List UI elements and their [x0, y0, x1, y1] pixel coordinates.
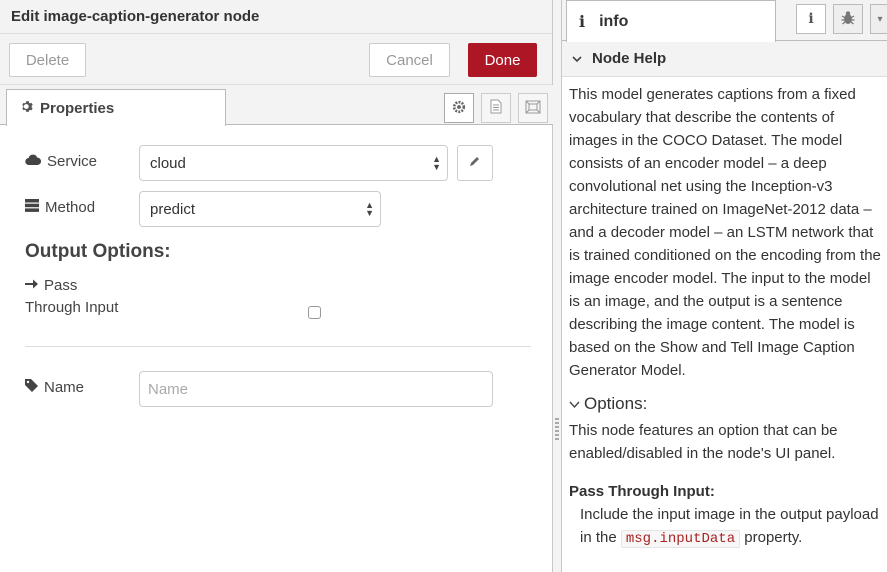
service-label-text: Service	[47, 153, 98, 170]
editor-tabbar: Properties	[0, 85, 553, 126]
method-label-text: Method	[45, 199, 96, 216]
pass-through-label: Pass	[25, 277, 77, 294]
node-help-title: Node Help	[592, 50, 667, 67]
pass-through-label-2: Through Input	[25, 299, 118, 316]
tab-node-description[interactable]	[481, 93, 511, 123]
service-label: Service	[25, 153, 97, 170]
name-label: Name	[25, 379, 84, 396]
service-value: cloud	[150, 154, 186, 172]
cancel-button[interactable]: Cancel	[369, 43, 450, 77]
method-value: predict	[150, 200, 196, 218]
help-description: This model generates captions from a fix…	[569, 86, 881, 379]
tab-properties-label: Properties	[40, 99, 115, 117]
editor-toolbar: Delete Cancel Done	[0, 34, 552, 85]
pass-through-label-line1: Pass	[44, 277, 78, 294]
delete-button[interactable]: Delete	[9, 43, 86, 77]
tag-icon	[25, 379, 38, 396]
code-inputdata: msg.inputData	[620, 530, 741, 548]
info-icon: i	[579, 12, 586, 31]
method-select[interactable]: predict ▲ ▼	[139, 191, 381, 227]
tab-node-settings[interactable]	[444, 93, 474, 123]
sidebar-tabbar: i info i ▾	[562, 0, 887, 42]
bug-icon	[841, 10, 855, 29]
frame-icon	[525, 100, 541, 117]
server-icon	[25, 199, 39, 216]
edit-node-panel: Edit image-caption-generator node Delete…	[0, 0, 553, 572]
method-label: Method	[25, 199, 95, 216]
pass-through-description: Include the input image in the output pa…	[569, 503, 883, 551]
arrow-right-icon	[25, 277, 38, 294]
select-caret-icon: ▲ ▼	[365, 200, 374, 218]
divider	[25, 346, 531, 347]
chevron-down-icon	[569, 392, 580, 415]
node-help-content: This model generates captions from a fix…	[562, 77, 887, 551]
pass-through-title: Pass Through Input:	[569, 483, 715, 500]
options-text: This node features an option that can be…	[569, 422, 838, 462]
edit-service-button[interactable]	[457, 145, 493, 181]
info-sidebar: i info i ▾ Node Help This model generate…	[562, 0, 887, 572]
panel-resize-handle[interactable]	[553, 0, 562, 572]
info-icon: i	[808, 11, 814, 27]
service-select[interactable]: cloud ▲ ▼	[139, 145, 448, 181]
cloud-icon	[25, 153, 42, 170]
gear-icon	[452, 100, 466, 117]
resize-grip-icon	[555, 418, 559, 440]
document-icon	[490, 99, 502, 117]
info-tab-button[interactable]: i	[796, 4, 826, 34]
select-caret-icon: ▲ ▼	[432, 154, 441, 172]
output-options-heading: Output Options:	[25, 241, 171, 262]
pass-through-text-after: property.	[744, 529, 803, 546]
done-button[interactable]: Done	[468, 43, 537, 77]
debug-tab-button[interactable]	[833, 4, 863, 34]
name-label-text: Name	[44, 379, 85, 396]
chevron-down-icon	[572, 50, 582, 67]
node-help-section-header[interactable]: Node Help	[562, 41, 887, 77]
tab-properties[interactable]: Properties	[6, 89, 226, 126]
sidebar-menu-button[interactable]: ▾	[870, 4, 887, 34]
gear-icon	[21, 100, 34, 117]
options-heading-text: Options:	[584, 394, 648, 413]
options-heading: Options:	[569, 392, 883, 415]
tab-info-label: info	[599, 12, 629, 30]
tab-node-appearance[interactable]	[518, 93, 548, 123]
name-input[interactable]	[139, 371, 493, 407]
pass-through-checkbox[interactable]	[308, 306, 321, 319]
pencil-icon	[469, 154, 481, 172]
tab-info[interactable]: i info	[566, 0, 776, 42]
editor-title: Edit image-caption-generator node	[0, 0, 552, 34]
pass-through-label-line2: Through Input	[25, 299, 119, 316]
chevron-down-icon: ▾	[877, 13, 883, 25]
